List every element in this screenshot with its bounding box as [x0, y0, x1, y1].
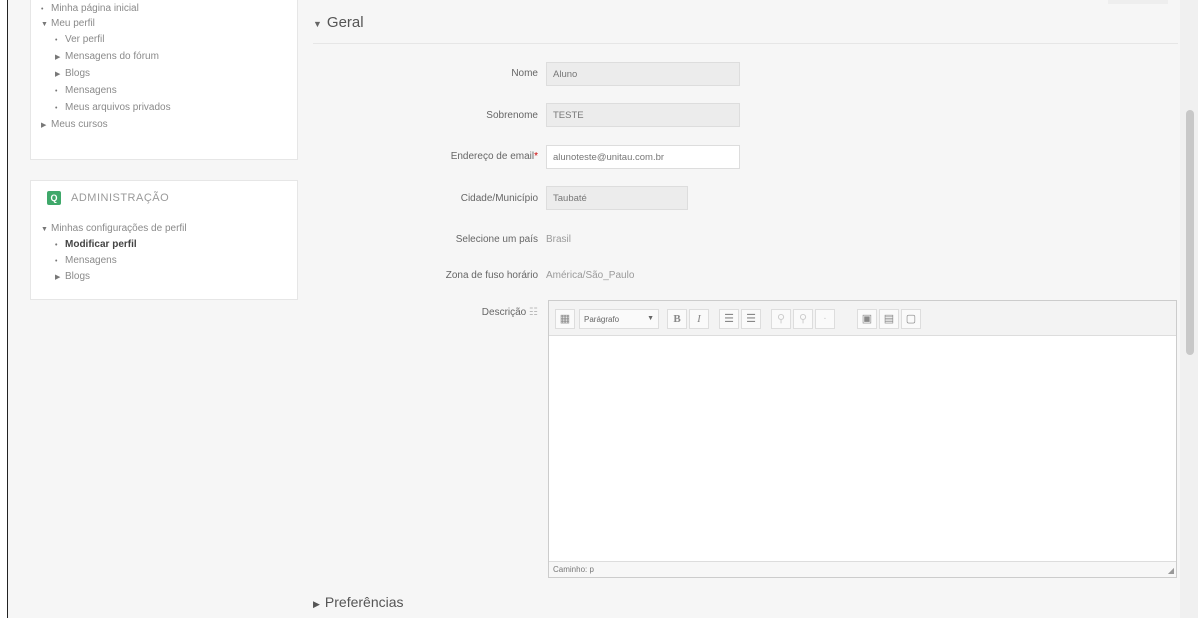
page: • Minha página inicial ▼ Meu perfil • Ver p… — [8, 0, 1180, 618]
nav-item-view-profile[interactable]: • Ver perfil — [55, 34, 104, 45]
administration-block: Q ADMINISTRAÇÃO ▼ Minhas configurações de… — [30, 180, 298, 300]
country-value: Brasil — [546, 234, 572, 245]
top-right-fragment — [1108, 0, 1168, 4]
admin-item-messages[interactable]: • Mensagens — [55, 255, 117, 266]
navigation-block: • Minha página inicial ▼ Meu perfil • Ver p… — [30, 0, 298, 160]
chevron-down-icon: ▼ — [647, 315, 654, 322]
search-icon: Q — [47, 191, 61, 205]
nav-item-profile[interactable]: ▼ Meu perfil — [41, 18, 95, 29]
first-name-field[interactable]: Aluno — [546, 62, 740, 86]
chevron-down-icon: ▼ — [313, 19, 322, 29]
admin-item-blogs[interactable]: ▶ Blogs — [55, 271, 90, 282]
editor-toolbar: ▦ Parágrafo ▼ B I ☰ ☰ ⚲ ⚲ · ▣ ▤ ▢ — [549, 301, 1176, 336]
email-field[interactable]: alunoteste@unitau.com.br — [546, 145, 740, 169]
toolbar-toggle-icon[interactable]: ▦ — [555, 309, 575, 329]
nav-item-private-files[interactable]: • Meus arquivos privados — [55, 102, 171, 113]
format-select[interactable]: Parágrafo ▼ — [579, 309, 659, 329]
timezone-value: América/São_Paulo — [546, 270, 635, 281]
section-toggle-geral[interactable]: ▼ Geral — [313, 14, 364, 31]
unlink-icon[interactable]: ⚲ — [793, 309, 813, 329]
required-marker: * — [534, 151, 538, 162]
scrollbar-thumb[interactable] — [1186, 110, 1194, 355]
nav-item-blogs[interactable]: ▶ Blogs — [55, 68, 90, 79]
email-label: Endereço de email* — [450, 151, 538, 162]
vertical-scrollbar[interactable] — [1180, 0, 1198, 618]
section-divider — [313, 43, 1178, 44]
nav-item-my-courses[interactable]: ▶ Meus cursos — [41, 119, 108, 130]
admin-item-edit-profile[interactable]: • Modificar perfil — [55, 239, 137, 250]
numbered-list-icon[interactable]: ☰ — [741, 309, 761, 329]
anchor-icon[interactable]: · — [815, 309, 835, 329]
description-label: Descrição ☷ — [481, 307, 538, 318]
last-name-label: Sobrenome — [486, 110, 538, 121]
timezone-label: Zona de fuso horário — [445, 270, 538, 281]
file-icon[interactable]: ▢ — [901, 309, 921, 329]
admin-item-profile-settings[interactable]: ▼ Minhas configurações de perfil — [41, 223, 187, 234]
bullet-list-icon[interactable]: ☰ — [719, 309, 739, 329]
media-icon[interactable]: ▤ — [879, 309, 899, 329]
link-icon[interactable]: ⚲ — [771, 309, 791, 329]
section-toggle-preferencias[interactable]: ▶ Preferências — [313, 594, 404, 610]
editor-statusbar: Caminho: p ◢ — [549, 561, 1176, 577]
bold-button[interactable]: B — [667, 309, 687, 329]
first-name-label: Nome — [511, 68, 538, 79]
admin-header: Q ADMINISTRAÇÃO — [47, 191, 169, 205]
resize-handle-icon[interactable]: ◢ — [1168, 566, 1174, 575]
city-field[interactable]: Taubaté — [546, 186, 688, 210]
admin-title: ADMINISTRAÇÃO — [71, 192, 170, 204]
italic-button[interactable]: I — [689, 309, 709, 329]
last-name-field[interactable]: TESTE — [546, 103, 740, 127]
city-label: Cidade/Município — [460, 193, 538, 204]
country-label: Selecione um país — [455, 234, 538, 245]
help-icon[interactable]: ☷ — [529, 307, 538, 318]
nav-item-messages[interactable]: • Mensagens — [55, 85, 117, 96]
description-editor: ▦ Parágrafo ▼ B I ☰ ☰ ⚲ ⚲ · ▣ ▤ ▢ Caminho… — [548, 300, 1177, 578]
image-icon[interactable]: ▣ — [857, 309, 877, 329]
chevron-right-icon: ▶ — [313, 599, 320, 609]
nav-item-forum-posts[interactable]: ▶ Mensagens do fórum — [55, 51, 159, 62]
nav-item-home[interactable]: • Minha página inicial — [41, 3, 139, 14]
